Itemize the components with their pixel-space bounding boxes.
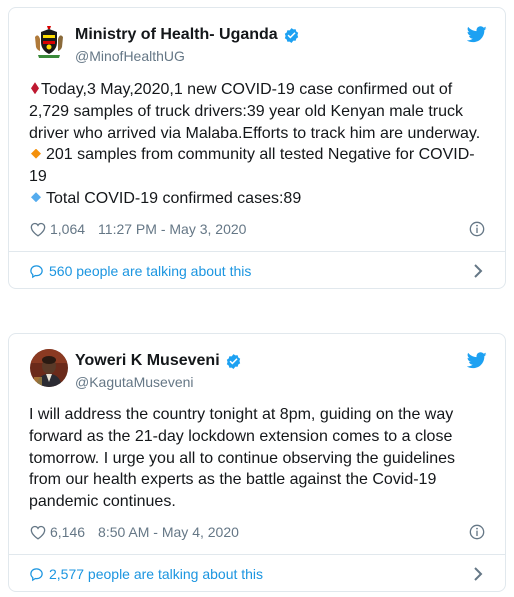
tweet-line: 201 samples from community all tested Ne… [29,144,489,166]
chevron-right-icon[interactable] [473,566,483,582]
author-name-text[interactable]: Yoweri K Museveni [75,352,220,370]
tweet-timestamp[interactable]: 8:50 AM - May 4, 2020 [98,524,239,540]
uganda-coat-of-arms-icon [30,23,68,61]
info-icon[interactable] [469,221,485,237]
talking-about-link[interactable]: 560 people are talking about this [29,263,489,279]
tweet-meta: 1,064 11:27 PM - May 3, 2020 [30,221,489,237]
tweet-line: Today,3 May,2020,1 new COVID-19 case con… [29,79,489,101]
tweet-card-ministry-of-health[interactable]: Ministry of Health- Uganda @MinofHealthU… [8,7,506,289]
divider [9,251,505,252]
tweet-line-text: 201 samples from community all tested Ne… [46,146,475,164]
tweet-card-museveni[interactable]: Yoweri K Museveni @KagutaMuseveni I will… [8,333,506,592]
profile-photo [30,349,68,387]
tweet-text: I will address the country tonight at 8p… [29,404,489,513]
blue-diamond-icon [31,192,41,203]
speech-bubble-icon [30,567,43,581]
tweet-line: from our health experts as the battle ag… [29,471,437,489]
author-handle[interactable]: @MinofHealthUG [75,48,185,64]
tweet-line: driver who arrived via Malaba.Efforts to… [29,124,481,142]
verified-badge-icon [284,27,298,43]
talking-about-text[interactable]: 560 people are talking about this [49,263,251,279]
divider [9,554,505,555]
author-handle[interactable]: @KagutaMuseveni [75,374,194,390]
avatar[interactable] [30,23,68,61]
speech-bubble-icon [30,264,43,278]
tweet-line-text: Today,3 May,2020,1 new COVID-19 case con… [41,81,453,98]
tweet-line: forward as the 21-day lockdown extension… [29,427,453,445]
tweet-line: I will address the country tonight at 8p… [29,406,454,423]
red-diamond-icon [31,82,39,95]
tweet-line: 2,729 samples of truck drivers:39 year o… [29,102,463,120]
verified-badge-icon [226,353,240,369]
info-icon[interactable] [469,524,485,540]
avatar[interactable] [30,349,68,387]
twitter-bird-icon[interactable] [467,26,487,43]
twitter-bird-icon[interactable] [467,352,487,369]
tweet-line: 19 [29,168,47,186]
talking-about-text[interactable]: 2,577 people are talking about this [49,566,263,582]
orange-diamond-icon [31,148,41,159]
like-count[interactable]: 1,064 [50,221,85,237]
tweet-line: pandemic continues. [29,493,176,511]
like-count[interactable]: 6,146 [50,524,85,540]
heart-icon[interactable] [30,222,46,237]
author-name[interactable]: Yoweri K Museveni [75,352,242,370]
talking-about-link[interactable]: 2,577 people are talking about this [29,566,489,582]
heart-icon[interactable] [30,525,46,540]
chevron-right-icon[interactable] [473,263,483,279]
tweet-text: Today,3 May,2020,1 new COVID-19 case con… [29,79,489,210]
tweet-meta: 6,146 8:50 AM - May 4, 2020 [30,524,489,540]
author-name-text[interactable]: Ministry of Health- Uganda [75,26,278,44]
tweet-line: tomorrow. I urge you all to continue obs… [29,449,456,467]
tweet-timestamp[interactable]: 11:27 PM - May 3, 2020 [98,221,246,237]
tweet-line: Total COVID-19 confirmed cases:89 [29,188,489,210]
author-name[interactable]: Ministry of Health- Uganda [75,26,300,44]
tweet-line-text: Total COVID-19 confirmed cases:89 [46,189,302,207]
